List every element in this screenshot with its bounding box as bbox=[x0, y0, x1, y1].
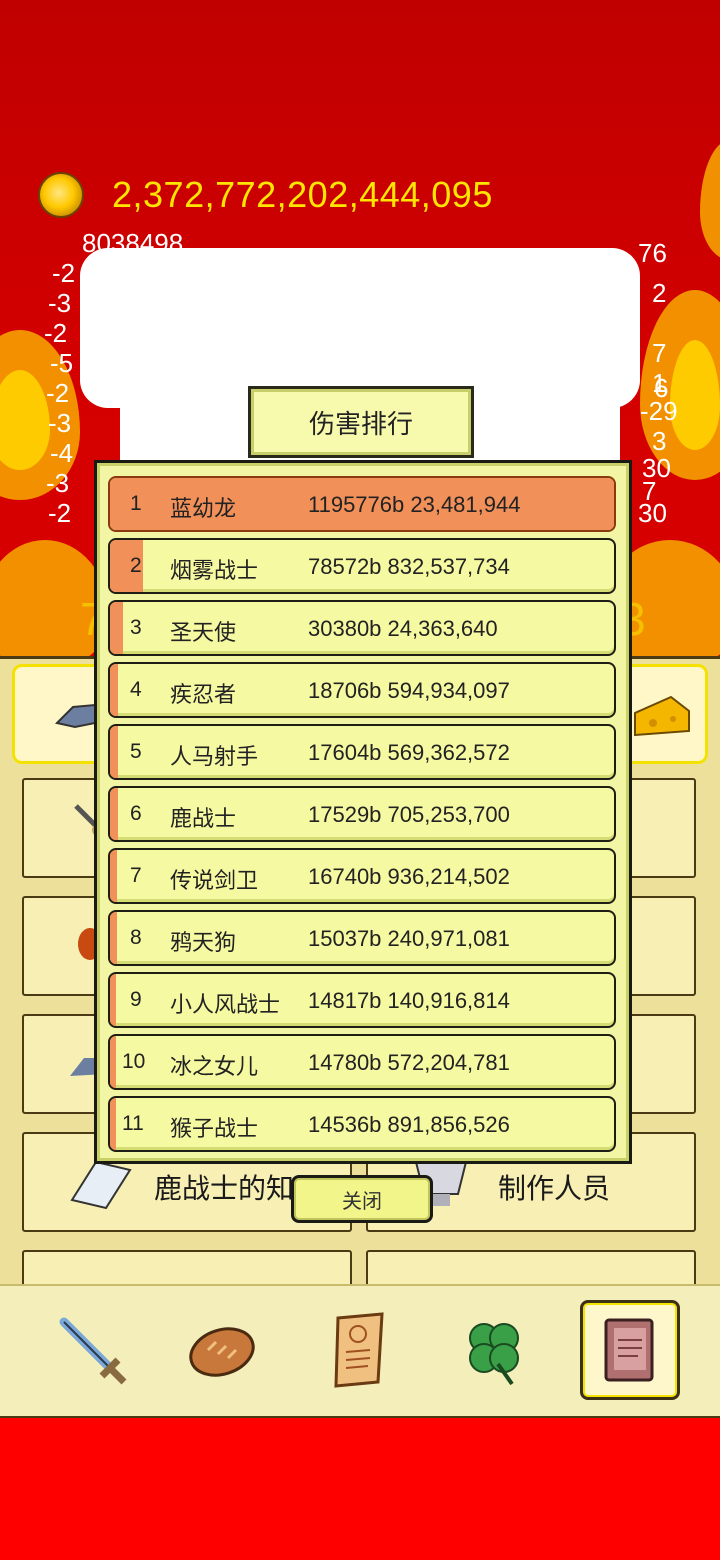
damage-value: 30380b 24,363,640 bbox=[308, 616, 498, 641]
damage-number: -3 bbox=[48, 408, 72, 438]
ranking-row[interactable]: 7 传说剑卫 16740b 936,214,502 bbox=[108, 848, 616, 904]
damage-number: -2 bbox=[46, 378, 70, 408]
damage-number: -3 bbox=[48, 288, 72, 318]
sword-icon bbox=[59, 1317, 127, 1385]
ranking-row[interactable]: 9 小人风战士 14817b 140,916,814 bbox=[108, 972, 616, 1028]
clover-icon bbox=[469, 1323, 519, 1386]
damage-share-bar bbox=[110, 912, 117, 964]
credits-label: 制作人员 bbox=[498, 1172, 611, 1205]
damage-number: 8038498 bbox=[82, 228, 184, 258]
hero-name: 传说剑卫 bbox=[170, 869, 259, 894]
damage-number: 7 bbox=[652, 338, 667, 368]
rank-number: 3 bbox=[130, 616, 142, 639]
gold-amount: 2,372,772,202,444,095 bbox=[112, 174, 493, 215]
book-icon bbox=[604, 1318, 654, 1382]
hero-name: 蓝幼龙 bbox=[170, 497, 237, 522]
rank-number: 11 bbox=[122, 1112, 144, 1135]
damage-number: -2 bbox=[48, 498, 72, 528]
damage-value: 1195776b 23,481,944 bbox=[308, 492, 521, 517]
ranking-row[interactable]: 5 人马射手 17604b 569,362,572 bbox=[108, 724, 616, 780]
damage-value: 78572b 832,537,734 bbox=[308, 554, 510, 579]
damage-value: 18706b 594,934,097 bbox=[308, 678, 510, 703]
gold-display: 2,372,772,202,444,095 bbox=[38, 170, 493, 220]
damage-value: 14780b 572,204,781 bbox=[308, 1050, 510, 1075]
gold-coin-icon bbox=[38, 172, 84, 218]
damage-number: -2 bbox=[52, 258, 76, 288]
damage-share-bar bbox=[110, 1036, 117, 1088]
hero-name: 猴子战士 bbox=[170, 1117, 259, 1142]
hero-name: 烟雾战士 bbox=[170, 559, 259, 584]
hero-name: 人马射手 bbox=[170, 745, 259, 770]
hero-name: 鸦天狗 bbox=[170, 931, 237, 956]
damage-value: 15037b 240,971,081 bbox=[308, 926, 510, 951]
ranking-row[interactable]: 1 蓝幼龙 1195776b 23,481,944 bbox=[108, 476, 616, 532]
ranking-row[interactable]: 4 疾忍者 18706b 594,934,097 bbox=[108, 662, 616, 718]
damage-value: 14817b 140,916,814 bbox=[308, 988, 510, 1013]
ranking-title: 伤害排行 bbox=[308, 409, 413, 440]
hero-name: 冰之女儿 bbox=[170, 1055, 259, 1080]
hero-name: 疾忍者 bbox=[170, 683, 237, 708]
ranking-row[interactable]: 3 圣天使 30380b 24,363,640 bbox=[108, 600, 616, 656]
nav-book[interactable] bbox=[580, 1300, 680, 1400]
damage-value: 16740b 936,214,502 bbox=[308, 864, 510, 889]
rank-number: 8 bbox=[130, 926, 142, 949]
close-button-label: 关闭 bbox=[342, 1188, 382, 1213]
damage-share-bar bbox=[110, 726, 118, 778]
ranking-row[interactable]: 11 猴子战士 14536b 891,856,526 bbox=[108, 1096, 616, 1152]
bread-icon bbox=[189, 1327, 255, 1377]
ranking-title-box: 伤害排行 bbox=[248, 386, 474, 458]
cheese-icon bbox=[634, 695, 690, 737]
damage-value: 14536b 891,856,526 bbox=[308, 1112, 510, 1137]
close-button[interactable]: 关闭 bbox=[291, 1175, 433, 1223]
rank-number: 7 bbox=[130, 864, 142, 887]
rank-number: 10 bbox=[122, 1050, 146, 1073]
damage-number: -5 bbox=[50, 348, 74, 378]
scroll-icon bbox=[334, 1312, 384, 1388]
ranking-row[interactable]: 8 鸦天狗 15037b 240,971,081 bbox=[108, 910, 616, 966]
damage-number: -3 bbox=[46, 468, 70, 498]
damage-value: 17529b 705,253,700 bbox=[308, 802, 510, 827]
damage-share-bar bbox=[110, 788, 118, 840]
ranking-row[interactable]: 6 鹿战士 17529b 705,253,700 bbox=[108, 786, 616, 842]
hero-name: 鹿战士 bbox=[170, 807, 237, 832]
damage-share-bar bbox=[110, 974, 117, 1026]
hero-name: 小人风战士 bbox=[170, 993, 281, 1018]
damage-number: 30 bbox=[638, 498, 667, 528]
rank-number: 9 bbox=[130, 988, 142, 1011]
damage-number: -29 bbox=[640, 396, 678, 426]
nav-bread[interactable] bbox=[174, 1302, 270, 1398]
rank-number: 6 bbox=[130, 802, 142, 825]
damage-number: -2 bbox=[44, 318, 68, 348]
damage-share-bar bbox=[110, 664, 119, 716]
nav-scroll[interactable] bbox=[312, 1302, 408, 1398]
rank-number: 4 bbox=[130, 678, 142, 701]
hero-name: 圣天使 bbox=[170, 621, 237, 646]
rank-number: 1 bbox=[130, 492, 142, 515]
damage-share-bar bbox=[110, 850, 118, 902]
rank-number: 2 bbox=[130, 554, 142, 577]
nav-sword[interactable] bbox=[44, 1302, 140, 1398]
ranking-row[interactable]: 2 烟雾战士 78572b 832,537,734 bbox=[108, 538, 616, 594]
damage-number: -4 bbox=[50, 438, 74, 468]
rank-number: 5 bbox=[130, 740, 142, 763]
ranking-row[interactable]: 10 冰之女儿 14780b 572,204,781 bbox=[108, 1034, 616, 1090]
damage-share-bar bbox=[110, 1098, 117, 1150]
damage-number: 76 bbox=[638, 238, 667, 268]
nav-clover[interactable] bbox=[446, 1302, 542, 1398]
damage-share-bar bbox=[110, 602, 123, 654]
damage-number: 2 bbox=[652, 278, 667, 308]
damage-value: 17604b 569,362,572 bbox=[308, 740, 510, 765]
